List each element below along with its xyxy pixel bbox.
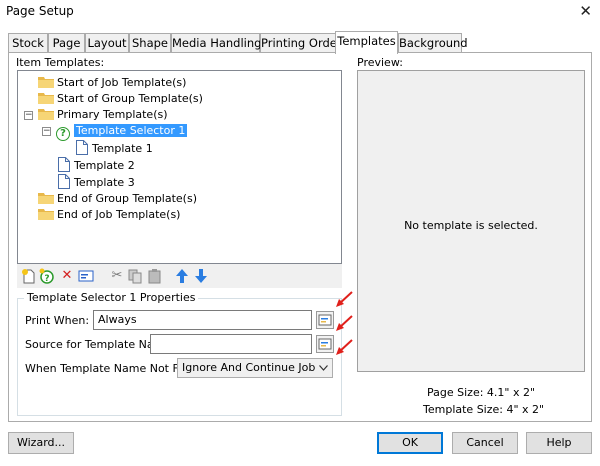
preview-pane: No template is selected. bbox=[357, 70, 585, 372]
tab-templates[interactable]: Templates bbox=[335, 31, 398, 54]
help-button[interactable]: Help bbox=[526, 432, 592, 454]
tab-stock[interactable]: Stock bbox=[8, 33, 48, 53]
properties-icon[interactable] bbox=[78, 268, 94, 284]
move-down-icon[interactable] bbox=[193, 268, 209, 284]
svg-text:?: ? bbox=[44, 274, 49, 284]
document-icon bbox=[58, 174, 70, 189]
properties-group-title: Template Selector 1 Properties bbox=[24, 291, 199, 304]
question-icon: ? bbox=[56, 127, 70, 141]
tree-node-template-1[interactable]: Template 1 bbox=[76, 140, 153, 156]
tree-node-primary[interactable]: Primary Template(s) bbox=[38, 107, 168, 123]
item-templates-label: Item Templates: bbox=[16, 56, 105, 69]
tab-shape[interactable]: Shape bbox=[129, 33, 171, 53]
folder-icon bbox=[38, 93, 54, 104]
collapse-selector-icon[interactable]: − bbox=[42, 127, 51, 136]
copy-icon[interactable] bbox=[127, 268, 143, 284]
tab-printing-order[interactable]: Printing Order bbox=[260, 33, 342, 53]
edit-source-icon bbox=[318, 338, 332, 350]
folder-icon bbox=[38, 209, 54, 220]
tab-page[interactable]: Page bbox=[48, 33, 85, 53]
ok-button[interactable]: OK bbox=[377, 432, 443, 454]
cut-icon[interactable]: ✂ bbox=[109, 268, 125, 284]
not-found-select[interactable]: Ignore And Continue Job bbox=[177, 358, 333, 378]
print-when-browse-button[interactable] bbox=[316, 311, 334, 329]
print-when-label: Print When: bbox=[25, 314, 90, 327]
tree-node-end-of-job[interactable]: End of Job Template(s) bbox=[38, 207, 180, 223]
document-icon bbox=[76, 140, 88, 155]
source-field[interactable] bbox=[150, 334, 312, 354]
tree-node-template-2[interactable]: Template 2 bbox=[58, 157, 135, 173]
print-when-field[interactable]: Always bbox=[93, 310, 312, 330]
annotation-arrow-icon bbox=[336, 315, 353, 331]
document-icon bbox=[58, 157, 70, 172]
tree-node-start-of-group[interactable]: Start of Group Template(s) bbox=[38, 91, 203, 107]
annotation-arrow-icon bbox=[336, 339, 353, 355]
chevron-down-icon bbox=[319, 365, 328, 371]
tab-media-handling[interactable]: Media Handling bbox=[171, 33, 261, 53]
tree-node-end-of-group[interactable]: End of Group Template(s) bbox=[38, 191, 197, 207]
wizard-button[interactable]: Wizard... bbox=[8, 432, 74, 454]
template-toolbar: ? ✕ ✂ bbox=[17, 264, 342, 288]
item-templates-tree[interactable]: Start of Job Template(s) Start of Group … bbox=[17, 70, 342, 264]
folder-icon bbox=[38, 193, 54, 204]
page-size-text: Page Size: 4.1" x 2" bbox=[427, 386, 536, 399]
cancel-button[interactable]: Cancel bbox=[452, 432, 518, 454]
tree-node-template-3[interactable]: Template 3 bbox=[58, 174, 135, 190]
delete-icon[interactable]: ✕ bbox=[59, 268, 75, 284]
title-bar: Page Setup ✕ bbox=[0, 0, 600, 26]
folder-icon bbox=[38, 77, 54, 88]
collapse-primary-icon[interactable]: − bbox=[24, 111, 33, 120]
tree-node-template-selector-1[interactable]: ? Template Selector 1 bbox=[56, 123, 188, 141]
preview-message: No template is selected. bbox=[404, 219, 538, 232]
tab-layout[interactable]: Layout bbox=[85, 33, 129, 53]
preview-label: Preview: bbox=[357, 56, 403, 69]
folder-icon bbox=[38, 109, 54, 120]
tab-background[interactable]: Background bbox=[398, 33, 468, 53]
annotation-arrow-icon bbox=[336, 291, 353, 307]
template-size-text: Template Size: 4" x 2" bbox=[423, 403, 545, 416]
edit-condition-icon bbox=[318, 314, 332, 326]
window-title: Page Setup bbox=[6, 4, 74, 18]
tree-node-start-of-job[interactable]: Start of Job Template(s) bbox=[38, 75, 186, 91]
close-icon[interactable]: ✕ bbox=[579, 2, 592, 20]
source-browse-button[interactable] bbox=[316, 335, 334, 353]
new-template-icon[interactable] bbox=[21, 268, 37, 284]
paste-icon[interactable] bbox=[147, 268, 163, 284]
move-up-icon[interactable] bbox=[174, 268, 190, 284]
new-selector-icon[interactable]: ? bbox=[39, 268, 55, 284]
